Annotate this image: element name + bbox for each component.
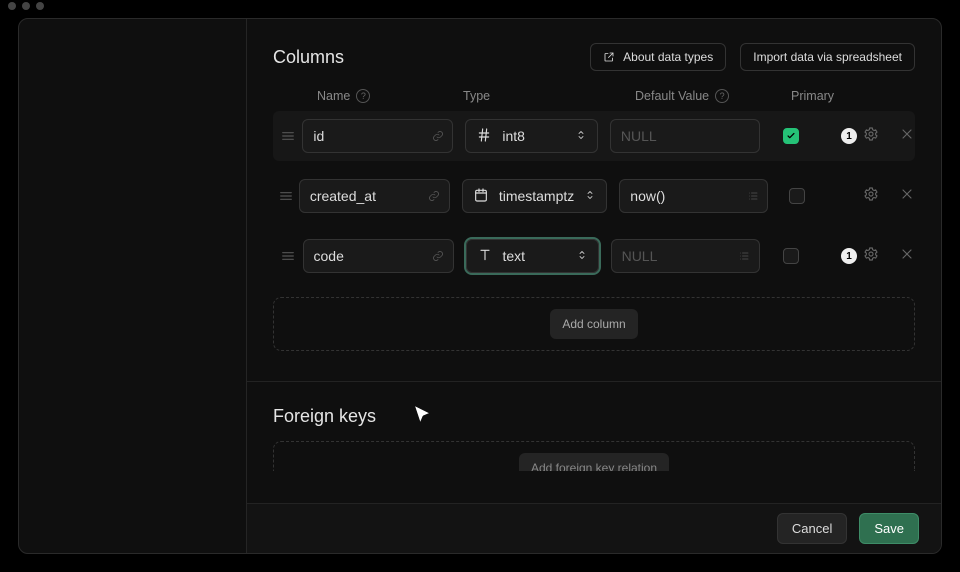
columns-heading: Columns xyxy=(273,47,344,68)
modal-sidebar xyxy=(19,19,247,553)
delete-column-button[interactable] xyxy=(899,186,915,207)
modal: Columns About data types Import data via… xyxy=(18,18,942,554)
primary-key-checkbox[interactable] xyxy=(783,128,799,144)
column-settings-button[interactable] xyxy=(863,246,879,267)
type-label: text xyxy=(503,248,526,264)
add-fk-zone: Add foreign key relation xyxy=(273,441,915,471)
default-options-button[interactable] xyxy=(738,179,768,213)
mac-traffic-lights xyxy=(8,2,44,10)
drag-handle[interactable] xyxy=(273,188,299,204)
type-label: timestamptz xyxy=(499,188,574,204)
foreign-key-link-button[interactable] xyxy=(420,179,450,213)
primary-key-checkbox[interactable] xyxy=(783,248,799,264)
delete-column-button[interactable] xyxy=(899,126,915,147)
drag-handle[interactable] xyxy=(273,248,303,264)
chevron-updown-icon xyxy=(575,128,587,144)
column-name-input[interactable]: id xyxy=(302,119,424,153)
column-name-input[interactable]: created_at xyxy=(299,179,421,213)
about-data-types-button[interactable]: About data types xyxy=(590,43,726,71)
import-spreadsheet-label: Import data via spreadsheet xyxy=(753,50,902,64)
header-type: Type xyxy=(463,89,490,103)
column-settings-button[interactable] xyxy=(863,126,879,147)
calendar-icon xyxy=(473,187,489,206)
help-icon[interactable]: ? xyxy=(356,89,370,103)
header-default: Default Value xyxy=(635,89,709,103)
column-name-input[interactable]: code xyxy=(303,239,425,273)
foreign-key-link-button[interactable] xyxy=(424,239,454,273)
column-settings-button[interactable] xyxy=(863,186,879,207)
import-spreadsheet-button[interactable]: Import data via spreadsheet xyxy=(740,43,915,71)
settings-badge: 1 xyxy=(841,248,857,264)
column-row: id int8 NULL 1 xyxy=(273,111,915,161)
default-options-button[interactable] xyxy=(730,239,760,273)
save-button[interactable]: Save xyxy=(859,513,919,544)
chevron-updown-icon xyxy=(576,248,588,264)
foreign-keys-heading: Foreign keys xyxy=(273,406,915,427)
drag-handle[interactable] xyxy=(273,128,302,144)
add-column-zone: Add column xyxy=(273,297,915,351)
header-name: Name xyxy=(317,89,350,103)
settings-badge: 1 xyxy=(841,128,857,144)
cancel-button[interactable]: Cancel xyxy=(777,513,847,544)
default-value-input[interactable]: NULL xyxy=(610,119,760,153)
default-value-input[interactable]: now() xyxy=(619,179,739,213)
column-type-select[interactable]: timestamptz xyxy=(462,179,607,213)
primary-key-checkbox[interactable] xyxy=(789,188,805,204)
add-foreign-key-button[interactable]: Add foreign key relation xyxy=(519,453,669,471)
hash-icon xyxy=(476,127,492,146)
header-primary: Primary xyxy=(791,89,834,103)
help-icon[interactable]: ? xyxy=(715,89,729,103)
text-type-icon xyxy=(477,247,493,266)
column-row: code text NULL 1 xyxy=(273,231,915,281)
type-label: int8 xyxy=(502,128,525,144)
foreign-key-link-button[interactable] xyxy=(423,119,453,153)
about-data-types-label: About data types xyxy=(623,50,713,64)
chevron-updown-icon xyxy=(584,188,596,204)
add-column-button[interactable]: Add column xyxy=(550,309,637,339)
default-value-input[interactable]: NULL xyxy=(611,239,731,273)
column-headers: Name ? Type Default Value ? Primary xyxy=(273,85,915,111)
external-link-icon xyxy=(603,51,615,63)
delete-column-button[interactable] xyxy=(899,246,915,267)
column-type-select[interactable]: int8 xyxy=(465,119,598,153)
column-row: created_at timestamptz now() xyxy=(273,171,915,221)
modal-footer: Cancel Save xyxy=(247,503,941,553)
column-type-select[interactable]: text xyxy=(466,239,599,273)
